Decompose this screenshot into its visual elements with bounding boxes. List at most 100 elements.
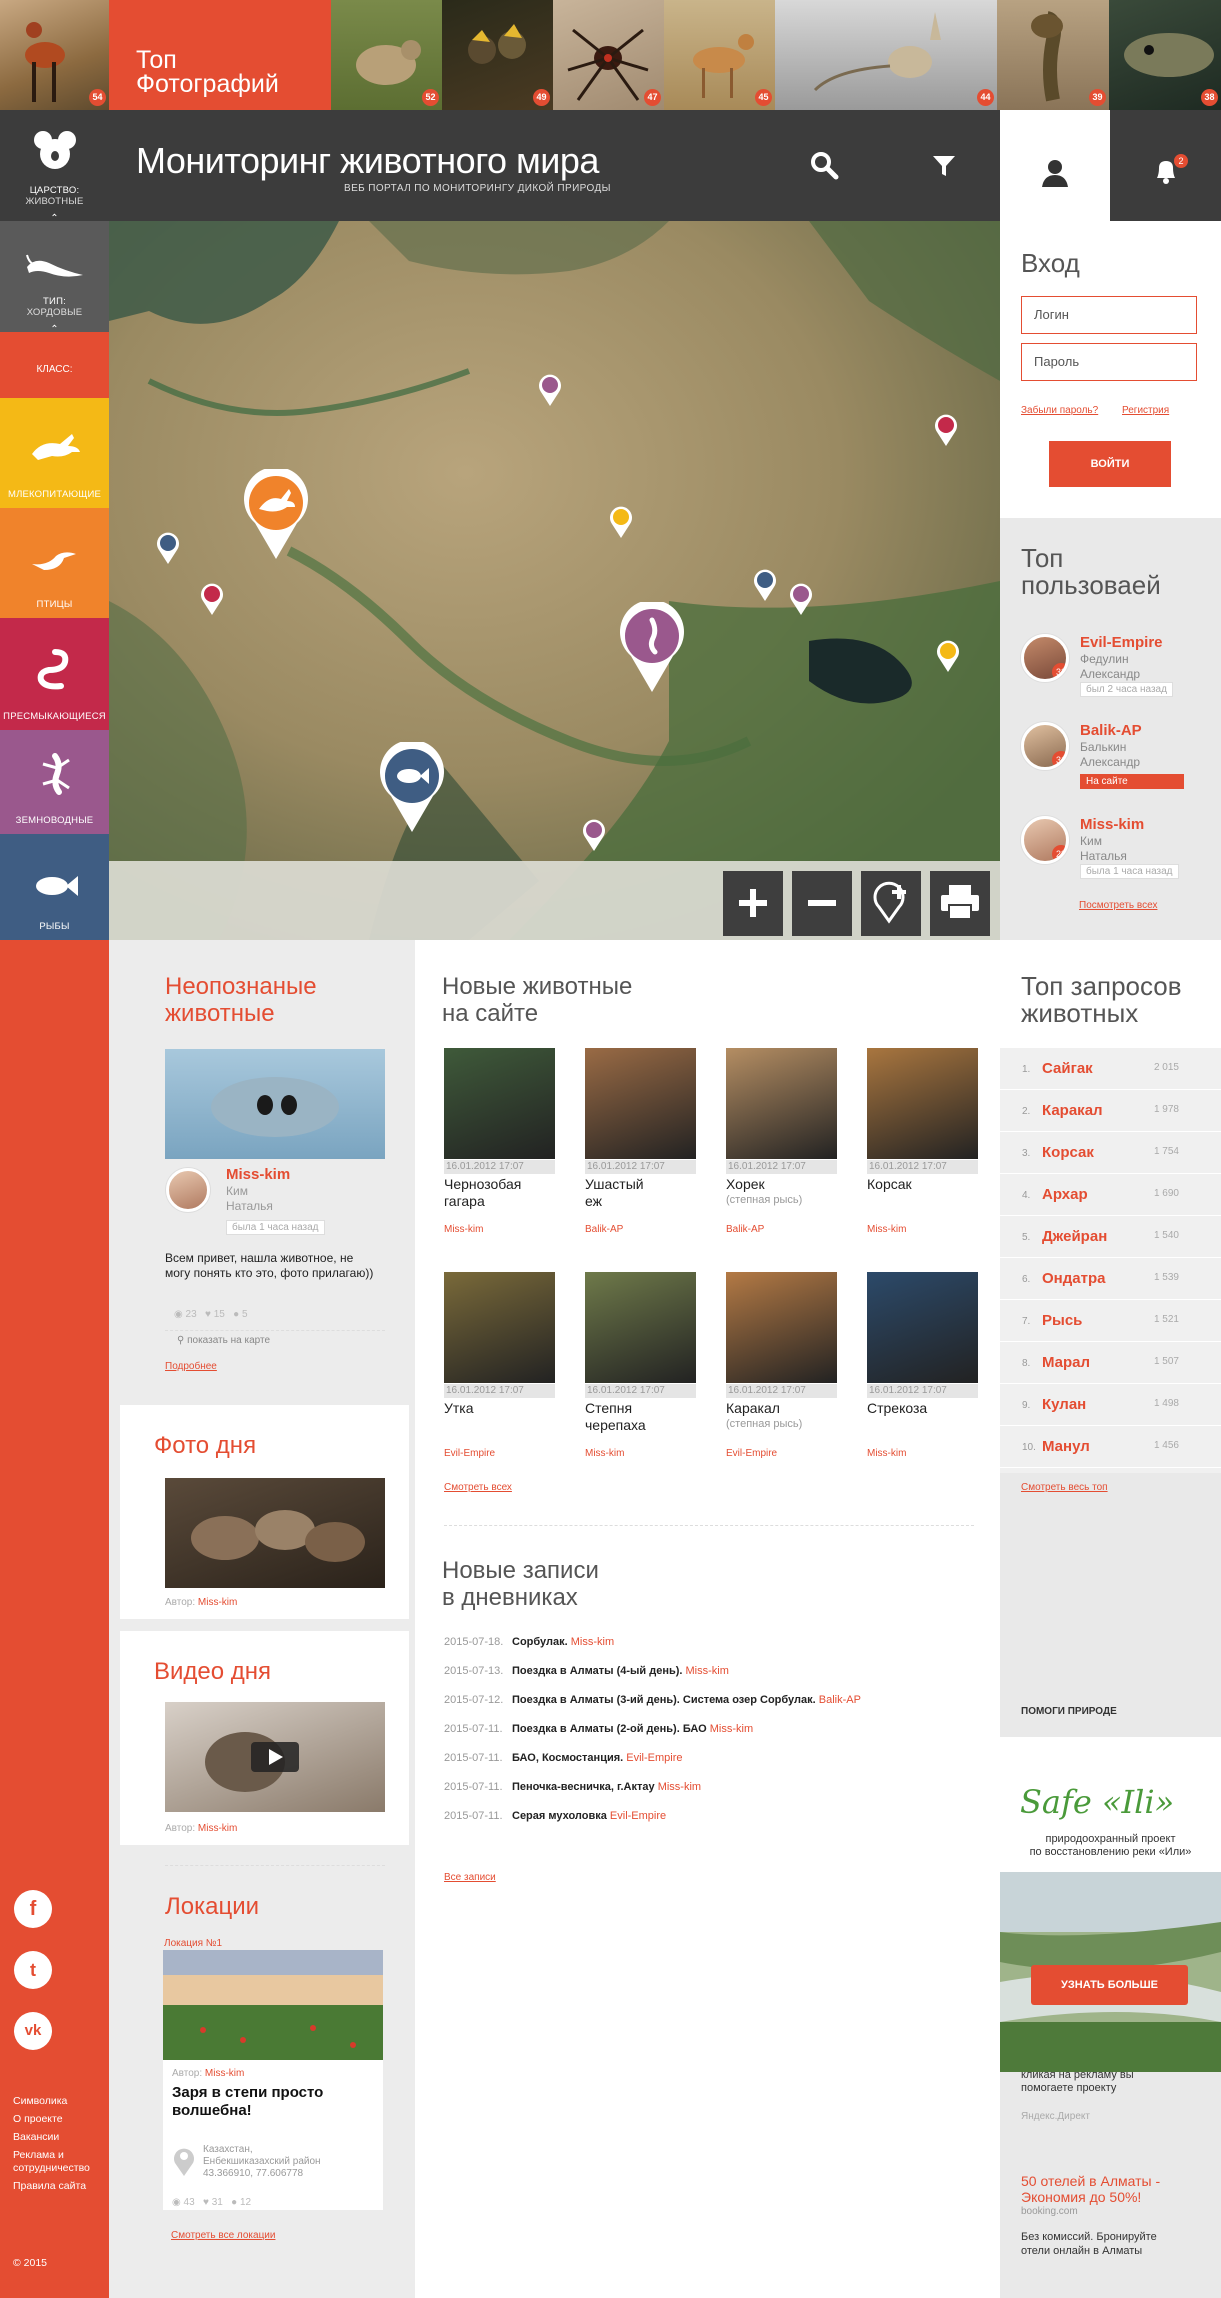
zoom-out-button[interactable] — [792, 871, 852, 936]
nav-type[interactable]: ТИП: ХОРДОВЫЕ ⌃ — [0, 221, 109, 335]
twitter-icon[interactable]: t — [14, 1951, 52, 1989]
location-card[interactable]: Автор: Miss-kim Заря в степи просто волше… — [163, 1950, 383, 2210]
query-row[interactable]: 4. Архар 1 690 — [1000, 1174, 1221, 1216]
nav-class-amphibians[interactable]: ЗЕМНОВОДНЫЕ — [0, 730, 109, 834]
unidentified-photo[interactable] — [165, 1049, 385, 1159]
search-icon[interactable] — [809, 150, 839, 180]
forgot-password-link[interactable]: Забыли пароль? — [1021, 405, 1098, 416]
diary-entry[interactable]: 2015-07-18. Сорбулак. Miss-kim — [444, 1636, 614, 1648]
map-marker[interactable] — [933, 413, 959, 447]
diary-entry[interactable]: 2015-07-11. БАО, Космостанция. Evil-Empir… — [444, 1752, 683, 1764]
top-photo-thumb[interactable]: 54 — [0, 0, 109, 110]
zoom-in-button[interactable] — [723, 871, 783, 936]
animal-author[interactable]: Miss-kim — [867, 1224, 906, 1235]
nav-class-fish[interactable]: РЫБЫ — [0, 834, 109, 940]
animal-author[interactable]: Evil-Empire — [726, 1448, 777, 1459]
animal-card[interactable]: 16.01.2012 17:07 Хорек (степная рысь) Balik… — [726, 1048, 852, 1235]
more-link[interactable]: Подробнее — [165, 1361, 217, 1372]
diary-entry[interactable]: 2015-07-11. Поездка в Алматы (2-ой день).… — [444, 1723, 753, 1735]
footer-link-about[interactable]: О проекте — [13, 2113, 63, 2126]
animal-card[interactable]: 16.01.2012 17:07 Корсак Miss-kim — [867, 1048, 993, 1235]
photo-day-image[interactable] — [165, 1478, 385, 1588]
footer-link-symbolics[interactable]: Символика — [13, 2095, 67, 2108]
query-row[interactable]: 10. Манул 1 456 — [1000, 1426, 1221, 1468]
footer-link-ads[interactable]: Реклама и — [13, 2149, 64, 2162]
map-marker[interactable] — [155, 531, 181, 565]
animal-card[interactable]: 16.01.2012 17:07 Чернозобая гагара Miss-kim — [444, 1048, 570, 1235]
map-marker[interactable] — [608, 505, 634, 539]
help-nature-banner[interactable]: Safe «Ili» природоохранный проект по восс… — [1000, 1737, 1221, 2072]
unidentified-user[interactable]: Miss-kim — [226, 1166, 290, 1183]
animal-author[interactable]: Miss-kim — [867, 1448, 906, 1459]
top-photo-thumb[interactable]: 47 — [553, 0, 664, 110]
animal-author[interactable]: Miss-kim — [585, 1448, 624, 1459]
nav-kingdom[interactable]: ЦАРСТВО: ЖИВОТНЫЕ ⌃ — [0, 110, 109, 224]
diary-entry[interactable]: 2015-07-11. Серая мухоловка Evil-Empire — [444, 1810, 666, 1822]
nav-class-mammals[interactable]: МЛЕКОПИТАЮЩИЕ — [0, 398, 109, 508]
animal-card[interactable]: 16.01.2012 17:07 Ушастый еж Balik-AP — [585, 1048, 711, 1235]
diary-entry[interactable]: 2015-07-11. Пеночка-весничка, г.Актау Mis… — [444, 1781, 701, 1793]
map[interactable] — [109, 221, 1000, 940]
top-user-card[interactable]: 31 Balik-AP Балькин Александр На сайте — [1018, 722, 1208, 822]
register-link[interactable]: Регистрия — [1122, 405, 1169, 416]
tab-user[interactable] — [1000, 110, 1110, 221]
chevron-up-icon[interactable]: ⌃ — [0, 324, 109, 335]
footer-link-rules[interactable]: Правила сайта — [13, 2180, 86, 2193]
learn-more-button[interactable]: УЗНАТЬ БОЛЬШЕ — [1031, 1965, 1188, 2005]
top-photo-thumb[interactable]: 52 — [331, 0, 442, 110]
tab-notifications[interactable]: 2 — [1110, 110, 1221, 221]
query-row[interactable]: 7. Рысь 1 521 — [1000, 1300, 1221, 1342]
all-locations-link[interactable]: Смотреть все локации — [171, 2230, 275, 2241]
animal-author[interactable]: Balik-AP — [585, 1224, 623, 1235]
map-marker[interactable] — [537, 373, 563, 407]
animal-card[interactable]: 16.01.2012 17:07 Утка Evil-Empire — [444, 1272, 570, 1459]
animal-author[interactable]: Balik-AP — [726, 1224, 764, 1235]
query-row[interactable]: 1. Сайгак 2 015 — [1000, 1048, 1221, 1090]
map-pin-fish[interactable] — [377, 742, 447, 834]
ad-title[interactable]: 50 отелей в Алматы - Экономия до 50%! — [1021, 2173, 1160, 2205]
diary-entry[interactable]: 2015-07-12. Поездка в Алматы (3-ий день).… — [444, 1694, 861, 1706]
query-row[interactable]: 9. Кулан 1 498 — [1000, 1384, 1221, 1426]
animal-card[interactable]: 16.01.2012 17:07 Стрекоза Miss-kim — [867, 1272, 993, 1459]
animal-card[interactable]: 16.01.2012 17:07 Степня черепаха Miss-kim — [585, 1272, 711, 1459]
footer-link-ads-cont[interactable]: сотрудничество — [13, 2162, 90, 2175]
video-day-thumb[interactable] — [165, 1702, 385, 1812]
top-photo-thumb[interactable]: 49 — [442, 0, 553, 110]
top-photo-thumb[interactable]: 45 — [664, 0, 775, 110]
animal-card[interactable]: 16.01.2012 17:07 Каракал (степная рысь) Evi… — [726, 1272, 852, 1459]
map-marker[interactable] — [788, 582, 814, 616]
animal-author[interactable]: Evil-Empire — [444, 1448, 495, 1459]
top-photo-thumb[interactable]: 38 — [1109, 0, 1221, 110]
map-marker[interactable] — [199, 582, 225, 616]
query-row[interactable]: 3. Корсак 1 754 — [1000, 1132, 1221, 1174]
query-row[interactable]: 5. Джейран 1 540 — [1000, 1216, 1221, 1258]
facebook-icon[interactable]: f — [14, 1890, 52, 1928]
map-pin-amphibian[interactable] — [617, 602, 687, 694]
all-users-link[interactable]: Посмотреть всех — [1079, 900, 1157, 911]
print-button[interactable] — [930, 871, 990, 936]
login-button[interactable]: ВОЙТИ — [1049, 441, 1171, 487]
map-pin-mammal[interactable] — [241, 469, 311, 561]
nav-class-birds[interactable]: ПТИЦЫ — [0, 508, 109, 618]
top-photo-thumb[interactable]: 39 — [997, 0, 1109, 110]
all-diaries-link[interactable]: Все записи — [444, 1872, 496, 1883]
query-row[interactable]: 6. Ондатра 1 539 — [1000, 1258, 1221, 1300]
animal-author[interactable]: Miss-kim — [444, 1224, 483, 1235]
top-user-card[interactable]: 32 Evil-Empire Федулин Александр был 2 ча… — [1018, 634, 1208, 734]
password-field[interactable]: Пароль — [1021, 343, 1197, 381]
nav-class-reptiles[interactable]: ПРЕСМЫКАЮЩИЕСЯ — [0, 618, 109, 730]
map-marker[interactable] — [752, 568, 778, 602]
diary-entry[interactable]: 2015-07-13. Поездка в Алматы (4-ый день).… — [444, 1665, 729, 1677]
query-row[interactable]: 2. Каракал 1 978 — [1000, 1090, 1221, 1132]
login-field[interactable]: Логин — [1021, 296, 1197, 334]
top-photo-thumb[interactable]: 44 — [775, 0, 997, 110]
all-animals-link[interactable]: Смотреть всех — [444, 1482, 512, 1493]
map-marker[interactable] — [581, 818, 607, 852]
all-queries-link[interactable]: Смотреть весь топ — [1021, 1482, 1108, 1493]
filter-icon[interactable] — [931, 153, 957, 179]
show-on-map-link[interactable]: ⚲ показать на карте — [177, 1335, 270, 1346]
query-row[interactable]: 8. Марал 1 507 — [1000, 1342, 1221, 1384]
map-marker[interactable] — [935, 639, 961, 673]
vk-icon[interactable]: vk — [14, 2012, 52, 2050]
footer-link-vacancies[interactable]: Вакансии — [13, 2131, 59, 2144]
